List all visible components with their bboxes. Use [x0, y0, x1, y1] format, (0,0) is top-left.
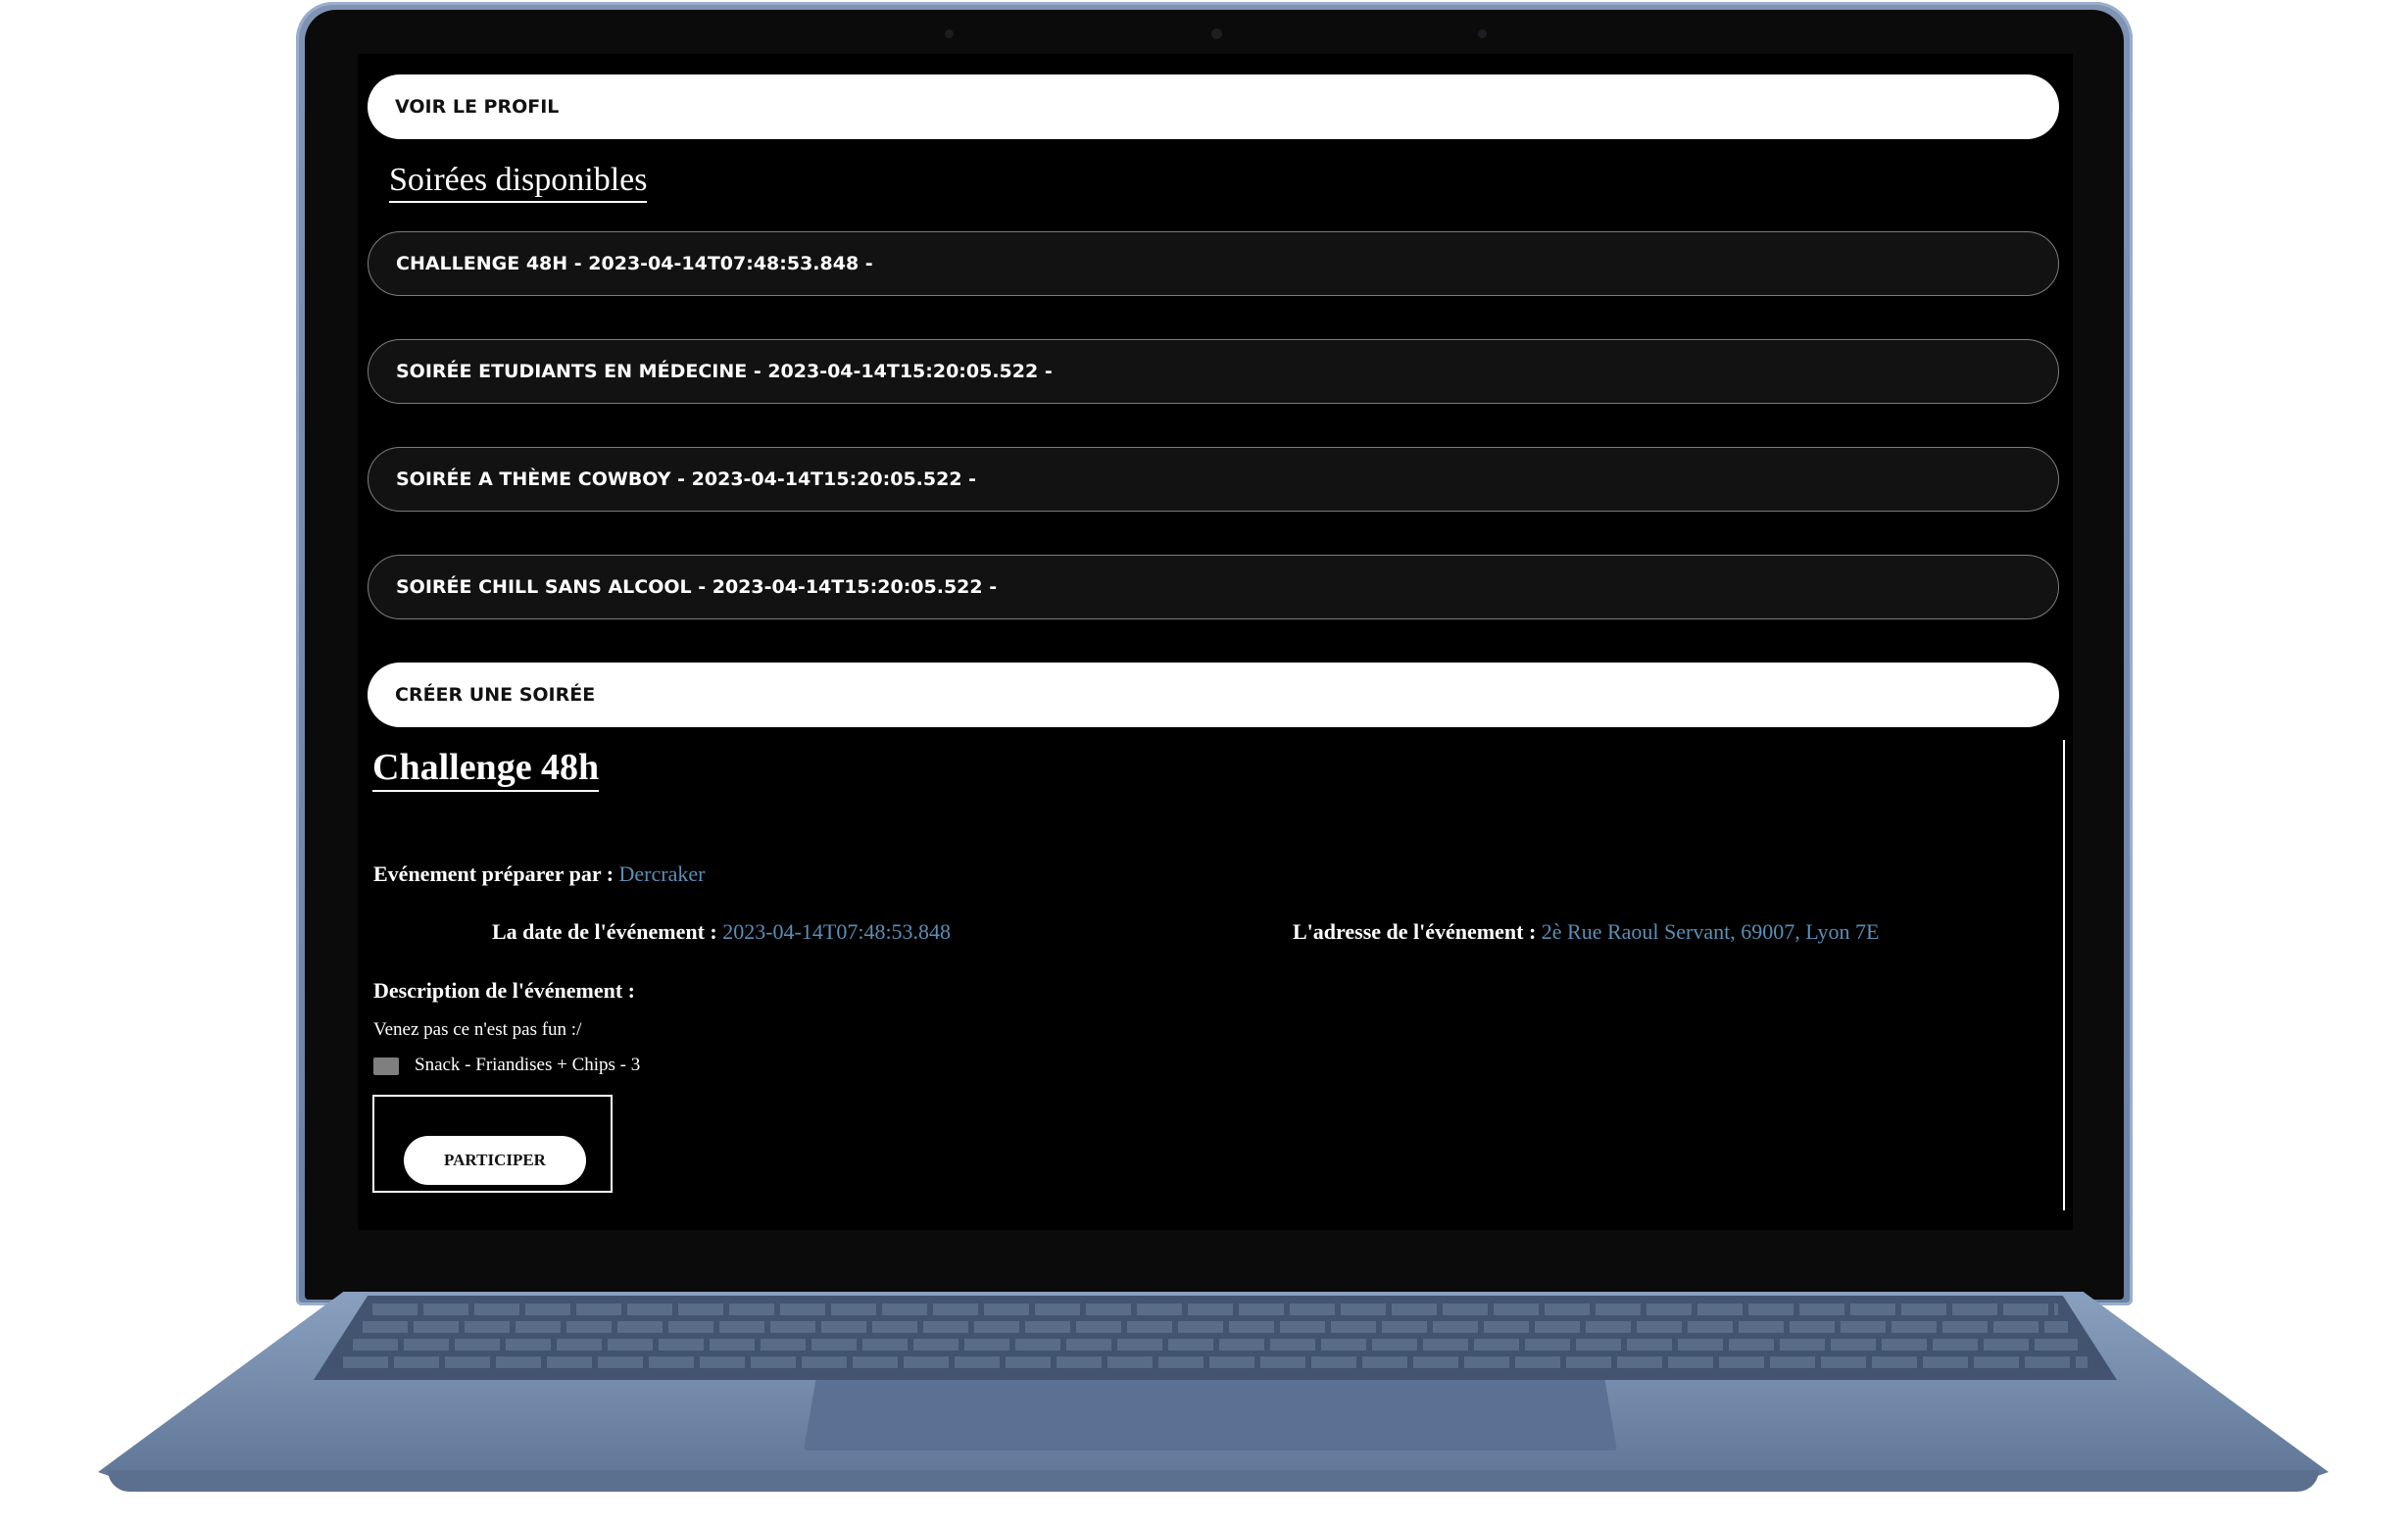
view-profile-button[interactable]: VOIR LE PROFIL — [368, 74, 2059, 139]
organizer-line: Evénement préparer par : Dercraker — [373, 861, 705, 887]
date-line: La date de l'événement : 2023-04-14T07:4… — [492, 919, 951, 945]
address-label: L'adresse de l'événement : — [1293, 919, 1537, 944]
screen: VOIR LE PROFIL Soirées disponibles CHALL… — [358, 54, 2073, 1230]
party-list-item[interactable]: CHALLENGE 48H - 2023-04-14T07:48:53.848 … — [368, 231, 2059, 296]
address-line: L'adresse de l'événement : 2è Rue Raoul … — [1293, 919, 1879, 945]
event-description: Venez pas ce n'est pas fun :/ — [373, 1019, 582, 1040]
snack-item-label: Snack - Friandises + Chips - 3 — [415, 1055, 641, 1075]
participate-form: PARTICIPER — [372, 1095, 613, 1193]
keyboard — [314, 1296, 2117, 1380]
party-list-item[interactable]: SOIRÉE ETUDIANTS EN MÉDECINE - 2023-04-1… — [368, 339, 2059, 404]
event-title: Challenge 48h — [372, 745, 600, 792]
event-date: 2023-04-14T07:48:53.848 — [722, 919, 952, 944]
description-label: Description de l'événement : — [373, 978, 635, 1003]
sensor-dot-right — [1478, 29, 1487, 38]
party-list-item[interactable]: SOIRÉE CHILL SANS ALCOOL - 2023-04-14T15… — [368, 555, 2059, 619]
event-address: 2è Rue Raoul Servant, 69007, Lyon 7E — [1541, 919, 1880, 944]
organizer-label: Evénement préparer par : — [373, 861, 614, 886]
organizer-name: Dercraker — [618, 861, 706, 886]
date-label: La date de l'événement : — [492, 919, 717, 944]
party-list-item[interactable]: SOIRÉE A THÈME COWBOY - 2023-04-14T15:20… — [368, 447, 2059, 512]
participate-button[interactable]: PARTICIPER — [404, 1136, 586, 1185]
trackpad — [804, 1380, 1617, 1450]
available-parties-heading: Soirées disponibles — [389, 162, 648, 203]
laptop-base-edge — [108, 1470, 2319, 1492]
sensor-dot-left — [945, 29, 954, 38]
camera-icon — [1211, 28, 1222, 39]
detail-panel-border — [2063, 740, 2065, 1210]
create-party-button[interactable]: CRÉER UNE SOIRÉE — [368, 663, 2059, 727]
snack-checkbox[interactable] — [373, 1057, 399, 1075]
